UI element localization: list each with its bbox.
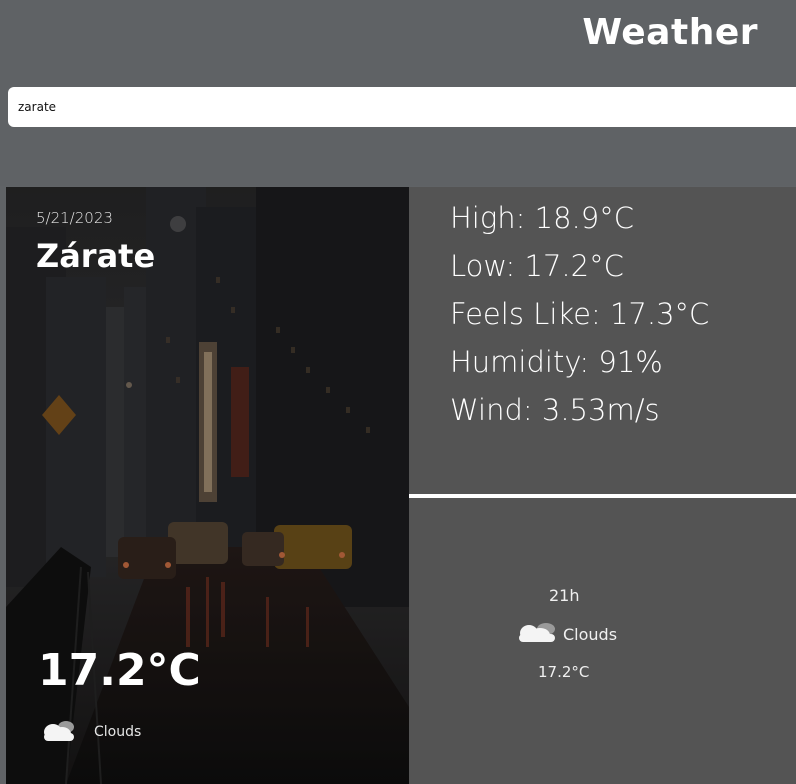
wind: Wind: 3.53m/s xyxy=(450,393,660,427)
forecast-time: 21h xyxy=(549,586,580,605)
high-temperature: High: 18.9°C xyxy=(450,201,634,235)
clouds-icon xyxy=(515,620,559,648)
app-title: Weather xyxy=(582,12,758,53)
stats-panel: High: 18.9°C Low: 17.2°C Feels Like: 17.… xyxy=(409,187,796,496)
current-condition: Clouds xyxy=(40,717,141,747)
city-name: Zárate xyxy=(36,237,156,275)
low-temperature: Low: 17.2°C xyxy=(450,249,624,283)
forecast-panel: 21h Clouds 17.2°C xyxy=(409,498,796,784)
current-weather-card: 5/21/2023 Zárate 17.2°C Clouds xyxy=(6,187,409,784)
search-input[interactable] xyxy=(8,87,796,127)
forecast-condition-label: Clouds xyxy=(563,624,618,644)
humidity: Humidity: 91% xyxy=(450,345,663,379)
feels-like: Feels Like: 17.3°C xyxy=(450,297,710,331)
forecast-temperature: 17.2°C xyxy=(538,663,590,681)
current-date: 5/21/2023 xyxy=(36,209,113,227)
clouds-icon xyxy=(40,717,78,747)
current-temperature: 17.2°C xyxy=(38,645,201,696)
forecast-condition: Clouds xyxy=(515,620,617,648)
current-condition-label: Clouds xyxy=(94,724,142,740)
